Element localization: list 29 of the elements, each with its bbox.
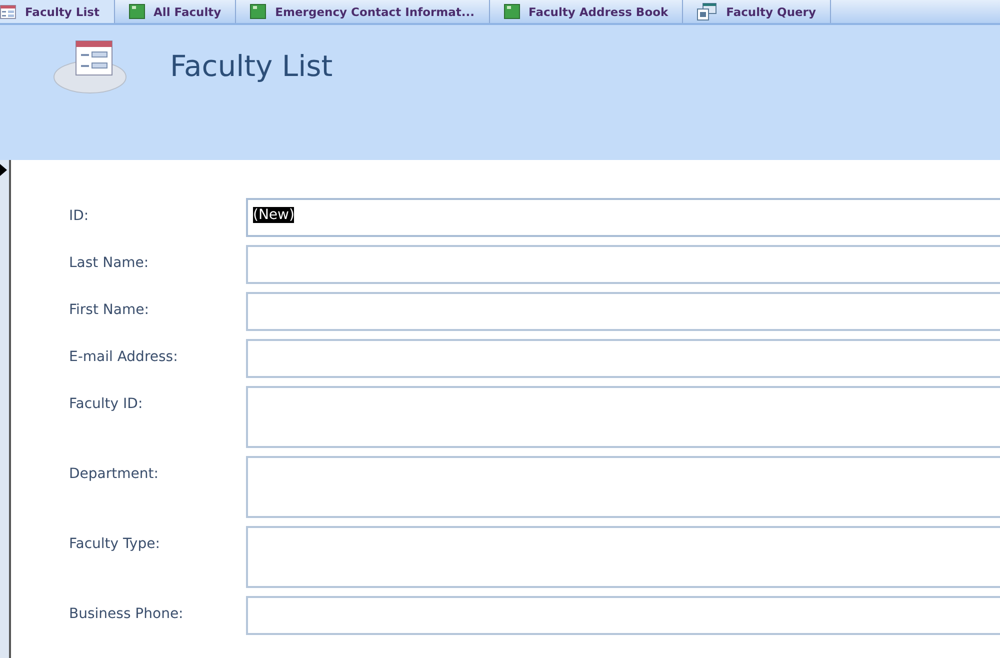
field-label: Faculty Type: [69, 535, 161, 552]
input-field[interactable] [246, 526, 1000, 588]
field-value: (New) [253, 207, 294, 223]
query-icon [697, 2, 718, 20]
document-tab[interactable]: Faculty List [0, 0, 114, 23]
table-icon [504, 4, 520, 19]
field-label: ID: [69, 207, 90, 224]
field-label: Faculty ID: [69, 395, 144, 412]
form-title: Faculty List [170, 49, 333, 83]
input-field[interactable] [246, 596, 1000, 635]
document-tab[interactable]: Emergency Contact Informat... [250, 0, 490, 23]
input-field[interactable] [246, 292, 1000, 331]
document-tab[interactable]: Faculty Address Book [504, 0, 684, 23]
table-icon [250, 4, 266, 19]
table-icon [128, 4, 144, 19]
form-icon [0, 4, 16, 18]
input-field[interactable]: (New) [246, 198, 1000, 237]
field-label: Business Phone: [69, 605, 184, 622]
current-record-icon [0, 164, 7, 176]
input-field[interactable] [246, 339, 1000, 378]
field-label: Last Name: [69, 254, 150, 271]
field-label: First Name: [69, 301, 150, 318]
input-field[interactable] [246, 456, 1000, 518]
document-tab[interactable]: Faculty Query [697, 0, 831, 23]
input-field[interactable] [246, 245, 1000, 284]
field-label: Department: [69, 465, 160, 482]
input-field[interactable] [246, 386, 1000, 448]
field-label: E-mail Address: [69, 348, 179, 365]
document-tab[interactable]: All Faculty [128, 0, 236, 23]
